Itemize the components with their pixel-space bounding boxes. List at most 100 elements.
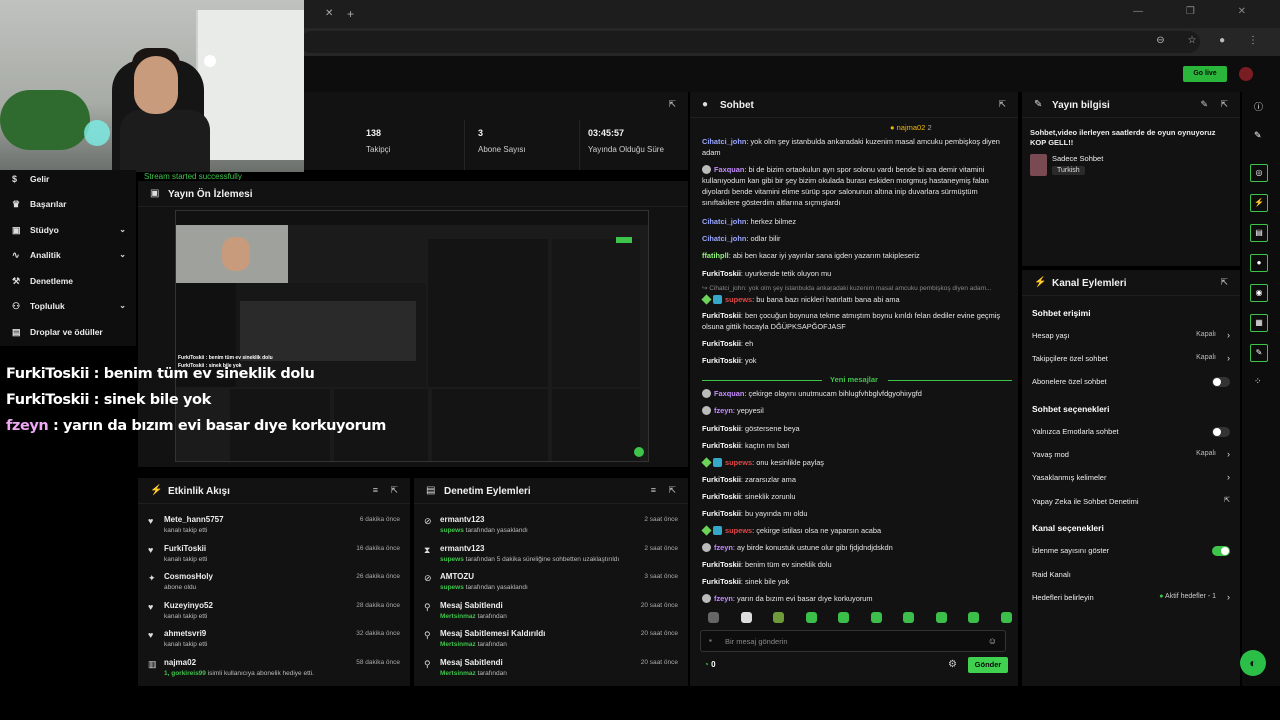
setting-account-age[interactable]: Hesap yaşı Kapalı › [1032,330,1230,345]
event-row[interactable]: ✦ CosmosHoly abone oldu 26 dakika önce [138,569,410,597]
popout-icon[interactable]: ⇱ [390,485,398,496]
chat-message[interactable]: FurkiToskii: uyurkende tetik oluyon mu [702,268,1012,279]
support-icon[interactable]: ◐ [1240,650,1266,676]
event-row[interactable]: ▥ najma02 1, gorkireis99 isimli kullanıcıy… [138,655,410,683]
mod-action-row[interactable]: ⊘ ermantv123 supews tarafından yasaklandı 2… [414,512,688,540]
emoji-icon[interactable]: ☺ [988,636,997,646]
sidebar-item-revenue[interactable]: $ Gelir [12,170,130,188]
event-row[interactable]: ♥ ahmetsvri9 kanalı takip etti 32 dakika ön… [138,626,410,654]
event-row[interactable]: ♥ Kuzeyinyo52 kanalı takip etti 28 dakika ö… [138,598,410,626]
chat-message[interactable]: FurkiToskii: ben çocuğun boynuna tekme a… [702,310,1012,332]
sidebar-item-drops[interactable]: ▤ Droplar ve ödüller [12,323,130,341]
browser-toolbar-icons[interactable]: ⊖ ☆ ● ⋮ [1156,35,1268,46]
grid-icon[interactable]: ▦ [1250,314,1268,332]
setting-emotes-only[interactable]: Yalnızca Emotlarla sohbet [1032,427,1230,441]
chat-message[interactable]: Cihatci_john: odlar bilir [702,233,1012,244]
browser-tab[interactable]: ✕ + [300,4,354,24]
chat-message[interactable]: fzeyn: yepyesil [702,405,1012,416]
popout-icon[interactable]: ⇱ [668,99,676,110]
emote-icon[interactable] [838,612,849,623]
chat-message[interactable]: FurkiToskii: bu yayında mı oldu [702,508,1012,519]
chat-message[interactable]: supews: bu bana bazı nickleri hatırlattı… [701,294,1012,305]
window-controls[interactable]: — ❐ ✕ [1133,6,1266,17]
event-row[interactable]: ♥ FurkiToskii kanalı takip etti 16 dakika ö… [138,541,410,569]
chat-message[interactable]: FurkiToskii: benim tüm ev sineklik dolu [702,559,1012,570]
popout-icon[interactable]: ⇱ [1220,277,1228,288]
chat-message[interactable]: Faxquan: bi de bizim ortaokulun ayrı spo… [702,164,1012,208]
chat-message[interactable]: Cihatci_john: herkez bilmez [702,216,1012,227]
emote-icon[interactable] [1000,612,1012,623]
emote-bar[interactable] [700,612,1012,626]
mod-action-row[interactable]: ⧗ ermantv123 supews tarafından 5 dakika sü… [414,541,688,569]
close-tab-icon[interactable]: ✕ [325,8,333,19]
setting-goals[interactable]: Hedefleri belirleyin ● Aktif hedefler - 1… [1032,592,1230,607]
category-thumbnail[interactable] [1030,154,1047,176]
event-row[interactable]: ♥ Mete_hann5757 kanalı takip etti 6 dakika … [138,512,410,540]
chat-message[interactable]: FurkiToskii: göstersene beya [702,423,1012,434]
emote-icon[interactable] [968,612,979,623]
go-live-button[interactable]: Go live [1183,66,1227,82]
filter-icon[interactable]: ≡ [651,485,656,495]
send-button[interactable]: Gönder [968,657,1008,673]
chat-message[interactable]: FurkiToskii: zararsızlar ama [702,474,1012,485]
new-tab-icon[interactable]: + [347,7,354,21]
sidebar-item-community[interactable]: ⚇ Topluluk ⌄ [12,297,130,315]
show-viewers-toggle[interactable] [1212,546,1230,556]
setting-ai-moderation[interactable]: Yapay Zeka ile Sohbet Denetimi ⇱ [1032,497,1230,511]
channel-points[interactable]: ◔ 0 [704,660,716,669]
setting-raid[interactable]: Raid Kanalı [1032,570,1230,584]
subs-only-toggle[interactable] [1212,377,1230,387]
emote-icon[interactable] [740,612,752,623]
emote-icon[interactable] [805,612,817,623]
lightning-icon[interactable]: ⚡ [1250,194,1268,212]
document-icon[interactable]: ▤ [1250,224,1268,242]
chat-message[interactable]: FurkiToskii: sineklik zorunlu [702,491,1012,502]
setting-slow-mode[interactable]: Yavaş mod Kapalı › [1032,449,1230,464]
edit-icon[interactable]: ✎ [1254,130,1262,141]
stream-category[interactable]: Sadece Sohbet [1052,154,1103,163]
chat-input[interactable]: ▪ Bir mesaj gönderin ☺ [700,630,1006,652]
emote-icon[interactable] [708,612,719,623]
setting-subs-only[interactable]: Abonelere özel sohbet [1032,377,1230,391]
chat-message[interactable]: ↪ Cihatci_john: yok olm şey istanbulda a… [702,282,1012,294]
setting-followers-only[interactable]: Takipçilere özel sohbet Kapalı › [1032,353,1230,368]
sidebar-item-studio[interactable]: ▣ Stüdyo ⌄ [12,221,130,239]
emote-icon[interactable] [773,612,784,623]
chat-message[interactable]: ffatihpll: abi ben kacar iyi yayınlar sa… [702,250,1012,261]
chat-message[interactable]: supews: onu kesinlikle paylaş [701,457,1012,468]
mod-action-row[interactable]: ⚲ Mesaj Sabitlemesi Kaldırıldı Mertsinmaz … [414,626,688,654]
setting-banned-words[interactable]: Yasaklanmış kelimeler › [1032,472,1230,487]
chat-message[interactable]: FurkiToskii: yok [702,355,1012,366]
pinned-bar[interactable]: ● najma02 2 [890,123,932,132]
chat-message[interactable]: fzeyn: yarın da bızım evi basar dıye kor… [702,593,1012,604]
chat-message[interactable]: FurkiToskii: eh [702,338,1012,349]
avatar[interactable] [1239,67,1253,81]
sidebar-item-achievements[interactable]: ♛ Başarılar [12,195,130,213]
wrench-icon[interactable]: ✎ [1250,344,1268,362]
popout-icon[interactable]: ⇱ [1220,99,1228,110]
add-widget-icon[interactable]: ⁘ [1254,376,1262,387]
sidebar-item-moderation[interactable]: ⚒ Denetleme [12,272,130,290]
info-icon[interactable]: ⓘ [1254,100,1263,113]
setting-show-viewers[interactable]: İzlenme sayısını göster [1032,546,1230,560]
popout-icon[interactable]: ⇱ [998,99,1006,110]
mod-action-row[interactable]: ⚲ Mesaj Sabitlendi Mertsinmaz tarafından 20… [414,598,688,626]
filter-icon[interactable]: ≡ [373,485,378,495]
camera-icon[interactable]: ◎ [1250,164,1268,182]
emote-icon[interactable] [870,612,882,623]
edit-icon[interactable]: ✎ [1200,99,1208,110]
emote-icon[interactable] [903,612,914,623]
mod-action-row[interactable]: ⚲ Mesaj Sabitlendi Mertsinmaz tarafından 20… [414,655,688,683]
emote-icon[interactable] [935,612,947,623]
address-bar[interactable] [300,31,1200,53]
mod-action-row[interactable]: ⊘ AMTOZU supews tarafından yasaklandı 3 saa… [414,569,688,597]
emotes-only-toggle[interactable] [1212,427,1230,437]
gear-icon[interactable]: ⚙ [948,659,957,670]
chat-message[interactable]: supews: çekirge istilası olsa ne yaparsı… [701,525,1012,536]
chat-message[interactable]: FurkiToskii: sinek bile yok [702,576,1012,587]
popout-icon[interactable]: ⇱ [668,485,676,496]
sidebar-item-analytics[interactable]: ∿ Analitik ⌄ [12,246,130,264]
chat-message[interactable]: Cihatci_john: yok olm şey istanbulda ank… [702,136,1012,158]
chat-icon[interactable]: ● [1250,254,1268,272]
chat-message[interactable]: FurkiToskii: kaçtın mı bari [702,440,1012,451]
